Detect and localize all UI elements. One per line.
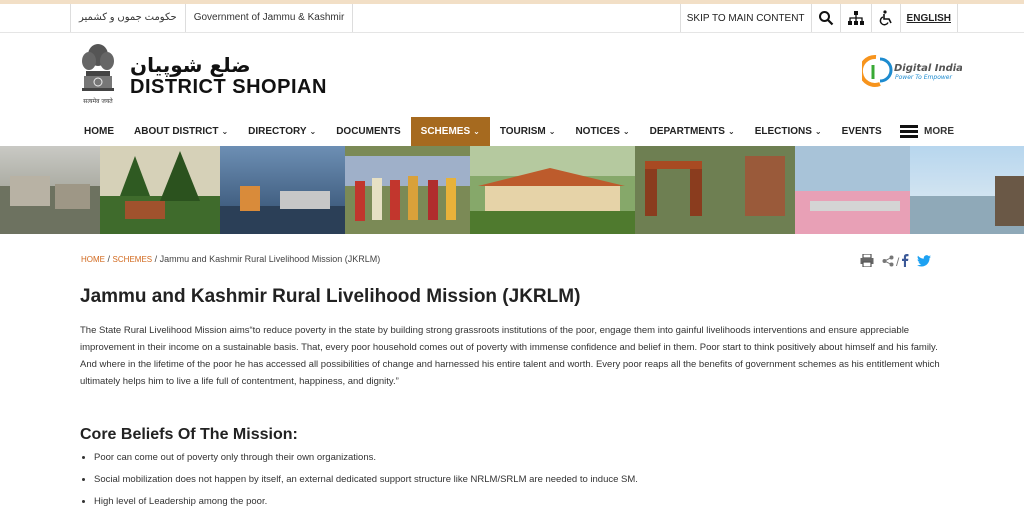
- nav-item-notices[interactable]: NOTICES ⌄: [565, 117, 639, 146]
- page-title: Jammu and Kashmir Rural Livelihood Missi…: [80, 286, 581, 307]
- nav-item-departments[interactable]: DEPARTMENTS ⌄: [640, 117, 745, 146]
- nav-item-label: DIRECTORY: [248, 126, 307, 137]
- share-separator: /: [896, 255, 900, 269]
- language-switch-link[interactable]: ENGLISH: [899, 4, 958, 32]
- print-icon[interactable]: [860, 253, 874, 270]
- nav-item-label: SCHEMES: [420, 126, 471, 137]
- chevron-down-icon: ⌄: [221, 127, 229, 136]
- breadcrumb-schemes-link[interactable]: SCHEMES: [113, 255, 153, 264]
- main-navigation: HOME ABOUT DISTRICT ⌄ DIRECTORY ⌄ DOCUMENTS SC…: [0, 117, 1024, 147]
- core-beliefs-heading: Core Beliefs Of The Mission:: [80, 426, 298, 443]
- nav-items: HOME ABOUT DISTRICT ⌄ DIRECTORY ⌄ DOCUMENTS SC…: [74, 117, 892, 146]
- nav-item-label: TOURISM: [499, 126, 546, 137]
- chevron-down-icon: ⌄: [548, 127, 556, 136]
- mission-description: The State Rural Livelihood Mission aims“…: [80, 325, 940, 387]
- list-item: Poor can come out of poverty only throug…: [94, 452, 954, 463]
- sitemap-icon[interactable]: [839, 4, 871, 32]
- list-item: Social mobilization does not happen by i…: [94, 474, 954, 485]
- digital-india-tagline: Power To Empower: [895, 74, 952, 81]
- district-title[interactable]: DISTRICT SHOPIAN: [130, 76, 327, 99]
- accessibility-tools: SKIP TO MAIN CONTENT ENGLISH: [679, 4, 958, 32]
- facebook-icon[interactable]: [901, 254, 909, 270]
- breadcrumb-current: Jammu and Kashmir Rural Livelihood Missi…: [159, 254, 381, 264]
- nav-item-directory[interactable]: DIRECTORY ⌄: [238, 117, 326, 146]
- urdu-government-link[interactable]: حکومت جموں و کشمیر: [70, 4, 185, 32]
- nav-item-label: ABOUT DISTRICT: [134, 126, 219, 137]
- national-emblem-icon[interactable]: सत्यमेव जयते: [78, 41, 118, 109]
- skip-to-main-content-link[interactable]: SKIP TO MAIN CONTENT: [679, 4, 811, 32]
- chevron-down-icon: ⌄: [473, 127, 480, 136]
- nav-item-home[interactable]: HOME: [74, 117, 124, 146]
- top-utility-bar: حکومت جموں و کشمیر Government of Jammu &…: [0, 0, 1024, 33]
- nav-item-label: DOCUMENTS: [336, 126, 401, 137]
- nav-item-events[interactable]: EVENTS: [832, 117, 892, 146]
- digital-india-logo[interactable]: Digital India Power To Empower: [858, 51, 963, 91]
- more-menu-button[interactable]: MORE: [900, 117, 954, 146]
- nav-item-label: NOTICES: [575, 126, 620, 137]
- main-content: HOME / SCHEMES / Jammu and Kashmir Rural…: [0, 234, 1024, 512]
- hero-banner-image: [0, 146, 1024, 234]
- chevron-down-icon: ⌄: [622, 127, 630, 136]
- breadcrumb-separator: /: [154, 254, 158, 264]
- list-item: High level of Leadership among the poor.: [94, 496, 954, 507]
- nav-item-about-district[interactable]: ABOUT DISTRICT ⌄: [124, 117, 238, 146]
- digital-india-title: Digital India: [894, 63, 962, 74]
- search-icon[interactable]: [810, 4, 840, 32]
- hamburger-icon: [900, 125, 918, 138]
- chevron-down-icon: ⌄: [309, 127, 317, 136]
- site-header: सत्यमेव जयते ضلع شوپیان DISTRICT SHOPIAN…: [0, 33, 1024, 118]
- nav-item-label: EVENTS: [841, 126, 882, 137]
- breadcrumb-separator: /: [107, 254, 111, 264]
- core-beliefs-list: Poor can come out of poverty only throug…: [80, 452, 954, 518]
- breadcrumb: HOME / SCHEMES / Jammu and Kashmir Rural…: [81, 254, 380, 264]
- nav-item-label: DEPARTMENTS: [649, 126, 725, 137]
- accessibility-icon[interactable]: [870, 4, 900, 32]
- chevron-down-icon: ⌄: [814, 127, 822, 136]
- more-label: MORE: [924, 126, 954, 137]
- nav-item-documents[interactable]: DOCUMENTS: [326, 117, 410, 146]
- nav-item-label: HOME: [84, 126, 114, 137]
- twitter-icon[interactable]: [917, 254, 932, 270]
- breadcrumb-home-link[interactable]: HOME: [81, 255, 105, 264]
- government-links: حکومت جموں و کشمیر Government of Jammu &…: [70, 4, 354, 32]
- english-government-link[interactable]: Government of Jammu & Kashmir: [184, 4, 354, 32]
- emblem-caption: सत्यमेव जयते: [83, 97, 113, 105]
- chevron-down-icon: ⌄: [727, 127, 735, 136]
- nav-item-tourism[interactable]: TOURISM ⌄: [490, 117, 566, 146]
- nav-item-schemes[interactable]: SCHEMES ⌄: [410, 117, 490, 146]
- share-icon[interactable]: [882, 255, 894, 270]
- nav-item-elections[interactable]: ELECTIONS ⌄: [745, 117, 832, 146]
- nav-item-label: ELECTIONS: [754, 126, 812, 137]
- urdu-district-title: ضلع شوپیان: [130, 53, 251, 77]
- share-tools: /: [860, 253, 932, 270]
